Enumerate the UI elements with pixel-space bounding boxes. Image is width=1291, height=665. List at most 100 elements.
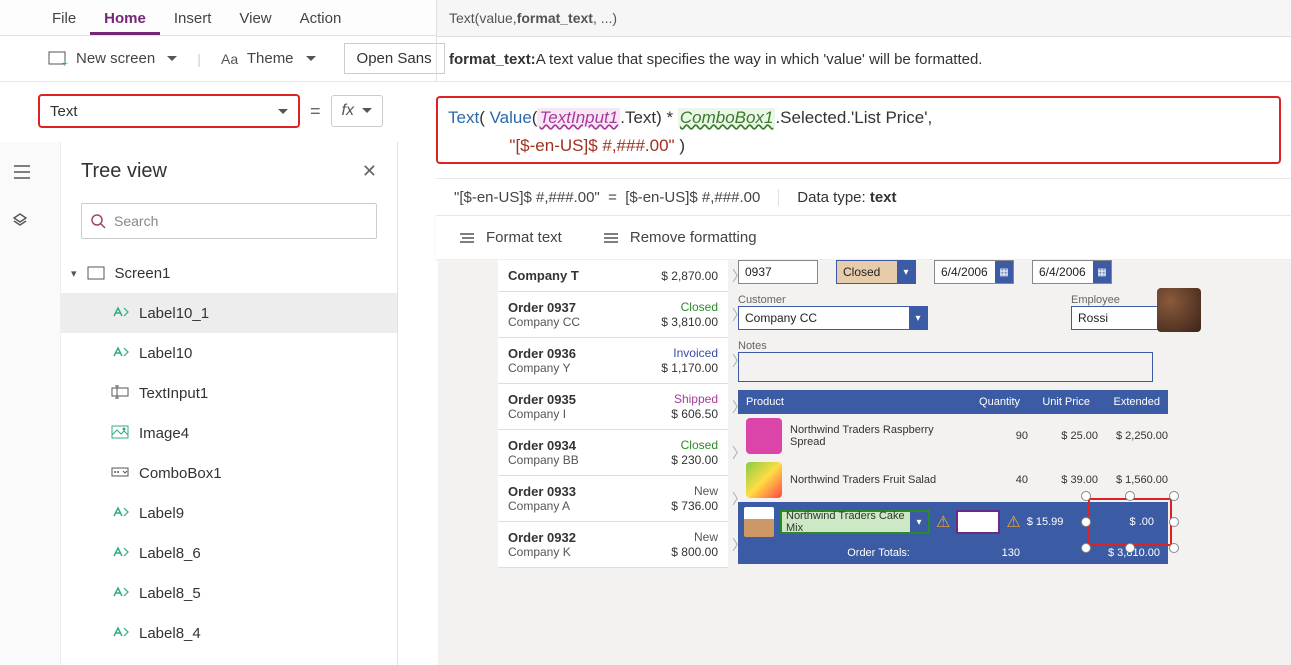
tree-view-icon[interactable] <box>12 210 32 226</box>
screen-icon <box>87 266 105 280</box>
product-combobox[interactable]: Northwind Traders Cake Mix▾ <box>780 510 930 534</box>
order-list-gallery[interactable]: Company T$ 2,870.00〉Order 0937Company CC… <box>498 260 728 568</box>
tree-view-panel: Tree view ✕ Search ▾ Screen1 Label10_1La… <box>60 142 397 665</box>
data-type-value: text <box>870 189 897 206</box>
status-badge: Closed <box>681 300 718 314</box>
tree-item-label8_5[interactable]: Label8_5 <box>61 573 397 613</box>
format-text-button[interactable]: Format text <box>458 229 562 246</box>
ref-combobox1: ComboBox1 <box>678 108 776 127</box>
order-list-item[interactable]: Order 0932Company KNew$ 800.00〉 <box>498 522 728 568</box>
date-2-input[interactable]: 6/4/2006▦ <box>1032 260 1112 284</box>
label-icon <box>111 505 129 521</box>
left-rail <box>0 164 44 226</box>
close-icon[interactable]: ✕ <box>362 161 377 182</box>
screen-icon: + <box>48 51 68 67</box>
chevron-down-icon <box>163 50 177 67</box>
svg-text:Aa: Aa <box>221 51 238 67</box>
order-list-item[interactable]: Order 0937Company CCClosed$ 3,810.00〉 <box>498 292 728 338</box>
product-image <box>744 507 774 537</box>
order-detail-form: 0937 Closed▾ 6/4/2006▦ 6/4/2006▦ Custome… <box>738 260 1181 564</box>
search-icon <box>90 213 106 229</box>
equals-sign: = <box>310 101 321 122</box>
notes-input[interactable] <box>738 352 1153 382</box>
theme-icon: Aa <box>221 51 239 67</box>
product-image <box>746 418 782 454</box>
remove-format-icon <box>602 231 620 245</box>
tree-item-label9[interactable]: Label9 <box>61 493 397 533</box>
tree-list: ▾ Screen1 Label10_1Label10TextInput1Imag… <box>61 249 397 657</box>
tree-item-label8_4[interactable]: Label8_4 <box>61 613 397 653</box>
chevron-down-icon: ▾ <box>910 512 928 532</box>
tree-search-input[interactable]: Search <box>81 203 377 239</box>
label-icon <box>111 545 129 561</box>
product-table-header: Product Quantity Unit Price Extended <box>738 390 1168 414</box>
left-panel: Tree view ✕ Search ▾ Screen1 Label10_1La… <box>0 142 398 665</box>
menu-action[interactable]: Action <box>286 4 356 35</box>
menu-view[interactable]: View <box>225 4 285 35</box>
employee-avatar <box>1157 288 1201 332</box>
fx-label[interactable]: fx <box>331 95 383 127</box>
tree-item-image4[interactable]: Image4 <box>61 413 397 453</box>
tree-item-textinput1[interactable]: TextInput1 <box>61 373 397 413</box>
chevron-down-icon: ▾ <box>909 307 927 329</box>
order-list-item[interactable]: Company T$ 2,870.00〉 <box>498 260 728 292</box>
ref-textinput1: TextInput1 <box>537 108 620 127</box>
tree-item-screen1[interactable]: ▾ Screen1 <box>61 253 397 293</box>
order-number-input[interactable]: 0937 <box>738 260 818 284</box>
resize-handles[interactable] <box>1086 496 1174 548</box>
calendar-icon: ▦ <box>995 261 1013 283</box>
chevron-down-icon <box>274 103 288 120</box>
chevron-down-icon <box>358 102 372 120</box>
order-list-item[interactable]: Order 0933Company ANew$ 736.00〉 <box>498 476 728 522</box>
theme-button[interactable]: Aa Theme <box>211 46 326 71</box>
property-select[interactable]: Text <box>38 94 300 128</box>
intellisense-hint: Text(value, format_text, ...) <box>436 0 1291 36</box>
tree-item-combobox1[interactable]: ComboBox1 <box>61 453 397 493</box>
status-badge: New <box>694 484 718 498</box>
hint-bold-param: format_text <box>517 10 593 26</box>
result-rhs: [$-en-US]$ #,###.00 <box>625 189 760 206</box>
menu-home[interactable]: Home <box>90 4 160 35</box>
date-1-input[interactable]: 6/4/2006▦ <box>934 260 1014 284</box>
status-badge: Closed <box>681 438 718 452</box>
canvas-preview: Company T$ 2,870.00〉Order 0937Company CC… <box>438 260 1291 665</box>
remove-formatting-button[interactable]: Remove formatting <box>602 229 757 246</box>
textinput-icon <box>111 385 129 401</box>
order-status-select[interactable]: Closed▾ <box>836 260 916 284</box>
param-name: format_text: <box>449 51 536 68</box>
new-screen-button[interactable]: + New screen <box>38 46 187 71</box>
tree-view-title: Tree view ✕ <box>61 142 397 193</box>
label-icon <box>111 585 129 601</box>
quantity-input[interactable] <box>956 510 1000 534</box>
status-badge: New <box>694 530 718 544</box>
font-family-select[interactable]: Open Sans <box>344 43 445 74</box>
status-badge: Shipped <box>674 392 718 406</box>
formula-bar[interactable]: Text( Value(TextInput1.Text) * ComboBox1… <box>436 96 1281 164</box>
hint-suffix: , ...) <box>593 10 617 26</box>
hint-prefix: Text(value, <box>449 10 517 26</box>
order-list-item[interactable]: Order 0935Company IShipped$ 606.50〉 <box>498 384 728 430</box>
menu-insert[interactable]: Insert <box>160 4 226 35</box>
warning-icon: ⚠ <box>936 512 950 532</box>
format-icon <box>458 231 476 245</box>
order-list-item[interactable]: Order 0934Company BBClosed$ 230.00〉 <box>498 430 728 476</box>
notes-label: Notes <box>738 340 1181 352</box>
tree-item-label8_6[interactable]: Label8_6 <box>61 533 397 573</box>
product-row: Northwind Traders Raspberry Spread90$ 25… <box>738 414 1168 458</box>
menu-file[interactable]: File <box>38 4 90 35</box>
status-badge: Invoiced <box>673 346 718 360</box>
chevron-down-icon: ▾ <box>897 261 915 283</box>
customer-label: Customer <box>738 294 1053 306</box>
chevron-down-icon <box>302 50 316 67</box>
order-list-item[interactable]: Order 0936Company YInvoiced$ 1,170.00〉 <box>498 338 728 384</box>
tree-item-label10[interactable]: Label10 <box>61 333 397 373</box>
format-actions-row: Format text Remove formatting <box>436 216 1291 260</box>
tree-item-label10_1[interactable]: Label10_1 <box>61 293 397 333</box>
hamburger-icon[interactable] <box>12 164 32 180</box>
customer-select[interactable]: Company CC▾ <box>738 306 928 330</box>
combobox-icon <box>111 465 129 481</box>
warning-icon: ⚠ <box>1006 512 1020 532</box>
label-icon <box>111 345 129 361</box>
formula-result-bar: "[$-en-US]$ #,###.00" = [$-en-US]$ #,###… <box>436 178 1291 216</box>
product-image <box>746 462 782 498</box>
